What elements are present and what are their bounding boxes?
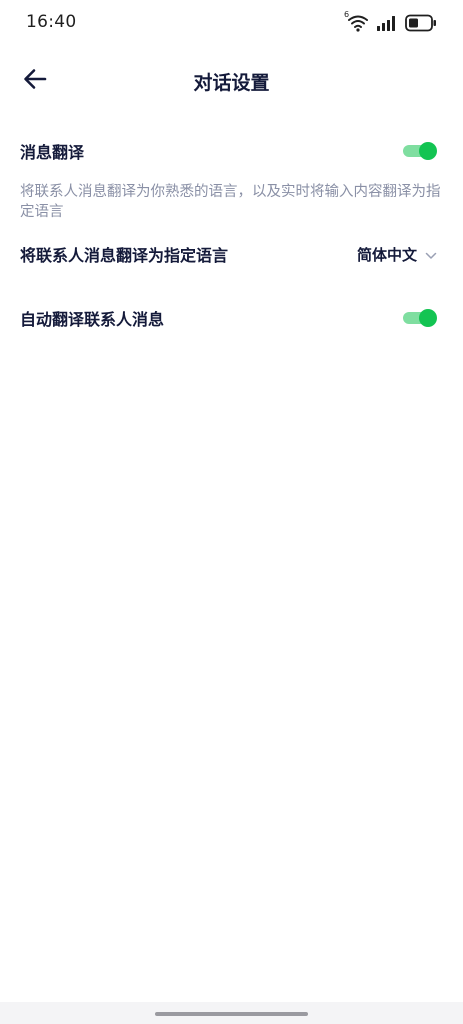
target-language-select[interactable]: 简体中文 xyxy=(357,244,437,265)
status-bar: 16:40 6 xyxy=(0,0,463,46)
status-icons: 6 xyxy=(344,10,437,34)
auto-translate-row: 自动翻译联系人消息 xyxy=(20,304,437,332)
toggle-knob xyxy=(419,142,437,160)
auto-translate-toggle[interactable] xyxy=(403,309,437,327)
message-translation-toggle[interactable] xyxy=(403,142,437,160)
chevron-down-icon xyxy=(425,245,437,264)
signal-icon xyxy=(377,15,397,31)
target-language-label: 将联系人消息翻译为指定语言 xyxy=(20,246,229,265)
home-indicator[interactable] xyxy=(155,1012,308,1016)
wifi-icon: 6 xyxy=(344,10,369,32)
toggle-knob xyxy=(419,309,437,327)
wifi-badge: 6 xyxy=(344,10,350,19)
message-translation-description: 将联系人消息翻译为你熟悉的语言，以及实时将输入内容翻译为指定语言 xyxy=(20,184,441,220)
status-time: 16:40 xyxy=(26,12,77,32)
message-translation-row: 消息翻译 xyxy=(20,137,437,165)
battery-icon xyxy=(405,14,437,32)
target-language-row[interactable]: 将联系人消息翻译为指定语言 简体中文 xyxy=(20,240,437,268)
target-language-value: 简体中文 xyxy=(356,245,417,264)
navigation-gesture-area xyxy=(0,1002,463,1024)
header: 对话设置 xyxy=(0,56,463,104)
message-translation-label: 消息翻译 xyxy=(20,143,85,162)
battery-level xyxy=(409,18,418,28)
auto-translate-label: 自动翻译联系人消息 xyxy=(20,310,165,329)
page-title: 对话设置 xyxy=(193,72,270,94)
